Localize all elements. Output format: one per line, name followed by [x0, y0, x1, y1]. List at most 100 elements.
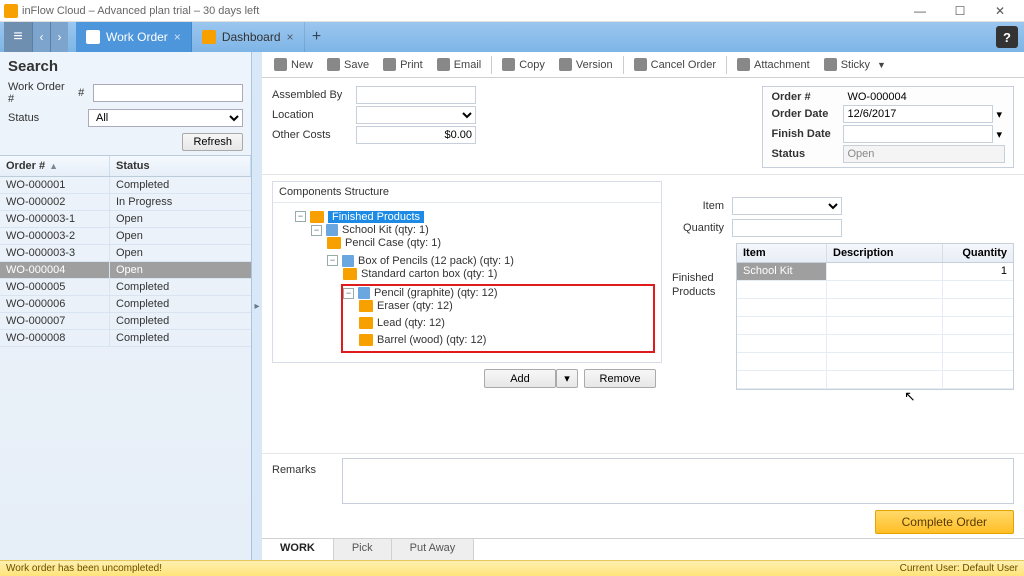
- components-tree[interactable]: −Finished Products −School Kit (qty: 1) …: [273, 203, 661, 362]
- date-picker-icon[interactable]: ▾: [993, 108, 1005, 121]
- tree-item-pencil[interactable]: Pencil (graphite) (qty: 12): [374, 287, 498, 299]
- table-row[interactable]: [737, 353, 1013, 371]
- remove-button[interactable]: Remove: [584, 369, 656, 388]
- column-order-header[interactable]: Order # ▲: [0, 156, 110, 176]
- order-row[interactable]: WO-000007Completed: [0, 313, 251, 330]
- column-status-header[interactable]: Status: [110, 156, 251, 176]
- copy-icon: [502, 58, 515, 71]
- tab-close-icon[interactable]: ×: [287, 30, 294, 44]
- hamburger-menu-icon[interactable]: ≡: [4, 22, 32, 52]
- order-row[interactable]: WO-000003-1Open: [0, 211, 251, 228]
- table-row[interactable]: [737, 299, 1013, 317]
- table-row[interactable]: [737, 317, 1013, 335]
- add-dropdown-button[interactable]: ▾: [556, 369, 578, 388]
- complete-order-button[interactable]: Complete Order: [875, 510, 1014, 534]
- status-bar: Work order has been uncompleted! Current…: [0, 560, 1024, 576]
- tree-collapse-icon[interactable]: −: [295, 211, 306, 222]
- nav-back-button[interactable]: ‹: [32, 22, 50, 52]
- order-row[interactable]: WO-000001Completed: [0, 177, 251, 194]
- finish-date-input[interactable]: [843, 125, 993, 143]
- item-select[interactable]: [732, 197, 842, 215]
- tree-item-pencil-case[interactable]: Pencil Case (qty: 1): [345, 237, 441, 249]
- tree-collapse-icon[interactable]: −: [343, 288, 354, 299]
- status-cell: Completed: [110, 313, 251, 329]
- table-row[interactable]: [737, 371, 1013, 389]
- finished-products-table[interactable]: Item Description Quantity School Kit1: [736, 243, 1014, 390]
- tab-pick[interactable]: Pick: [334, 539, 392, 560]
- nav-forward-button[interactable]: ›: [50, 22, 68, 52]
- maximize-button[interactable]: ☐: [940, 1, 980, 21]
- order-grid[interactable]: WO-000001CompletedWO-000002In ProgressWO…: [0, 177, 251, 560]
- work-order-icon: [86, 30, 100, 44]
- cancel-order-button[interactable]: Cancel Order: [628, 56, 722, 73]
- work-order-no-label: Work Order #: [8, 81, 70, 105]
- new-button[interactable]: New: [268, 56, 319, 73]
- tree-collapse-icon[interactable]: −: [311, 225, 322, 236]
- help-button[interactable]: ?: [996, 26, 1018, 48]
- tree-collapse-icon[interactable]: −: [327, 255, 338, 266]
- col-description[interactable]: Description: [827, 244, 943, 262]
- add-button[interactable]: Add: [484, 369, 556, 388]
- cell-desc: [827, 263, 943, 280]
- order-row[interactable]: WO-000008Completed: [0, 330, 251, 347]
- status-filter-select[interactable]: All: [88, 109, 243, 127]
- table-row[interactable]: [737, 281, 1013, 299]
- order-row[interactable]: WO-000005Completed: [0, 279, 251, 296]
- assembled-by-input[interactable]: [356, 86, 476, 104]
- status-label: Status: [771, 148, 843, 160]
- attachment-button[interactable]: Attachment: [731, 56, 816, 73]
- tree-item-box12[interactable]: Box of Pencils (12 pack) (qty: 1): [358, 255, 514, 267]
- other-costs-input[interactable]: [356, 126, 476, 144]
- version-button[interactable]: Version: [553, 56, 619, 73]
- work-order-no-input[interactable]: [93, 84, 243, 102]
- status-message: Work order has been uncompleted!: [6, 563, 162, 574]
- status-cell: In Progress: [110, 194, 251, 210]
- tab-put-away[interactable]: Put Away: [392, 539, 475, 560]
- current-user: Current User: Default User: [900, 563, 1018, 574]
- minimize-button[interactable]: —: [900, 1, 940, 21]
- copy-button[interactable]: Copy: [496, 56, 551, 73]
- order-cell: WO-000003-1: [0, 211, 110, 227]
- version-icon: [559, 58, 572, 71]
- tab-work-order[interactable]: Work Order ×: [76, 22, 192, 52]
- other-costs-label: Other Costs: [272, 129, 356, 141]
- search-panel: Search Work Order # # Status All Refresh…: [0, 52, 252, 560]
- remarks-textarea[interactable]: [342, 458, 1014, 504]
- print-button[interactable]: Print: [377, 56, 429, 73]
- sticky-button[interactable]: Sticky▼: [818, 56, 892, 73]
- order-row[interactable]: WO-000006Completed: [0, 296, 251, 313]
- tree-item-carton[interactable]: Standard carton box (qty: 1): [361, 268, 497, 280]
- main-panel: New Save Print Email Copy Version Cancel…: [262, 52, 1024, 560]
- tab-add-button[interactable]: +: [305, 22, 329, 52]
- col-item[interactable]: Item: [737, 244, 827, 262]
- panel-collapse-handle[interactable]: ▸: [252, 52, 262, 560]
- table-row[interactable]: School Kit1: [737, 263, 1013, 281]
- date-picker-icon[interactable]: ▾: [993, 128, 1005, 141]
- folder-icon: [310, 211, 324, 223]
- tab-work[interactable]: WORK: [262, 539, 334, 560]
- order-row[interactable]: WO-000002In Progress: [0, 194, 251, 211]
- save-button[interactable]: Save: [321, 56, 375, 73]
- order-row[interactable]: WO-000003-3Open: [0, 245, 251, 262]
- order-row[interactable]: WO-000004Open: [0, 262, 251, 279]
- tree-root[interactable]: Finished Products: [328, 211, 424, 223]
- table-row[interactable]: [737, 335, 1013, 353]
- tree-item-school-kit[interactable]: School Kit (qty: 1): [342, 224, 429, 236]
- product-icon: [358, 287, 370, 299]
- order-cell: WO-000004: [0, 262, 110, 278]
- save-icon: [327, 58, 340, 71]
- close-window-button[interactable]: ✕: [980, 1, 1020, 21]
- tree-item-lead[interactable]: Lead (qty: 12): [377, 317, 445, 329]
- refresh-button[interactable]: Refresh: [182, 133, 243, 151]
- quantity-input[interactable]: [732, 219, 842, 237]
- tree-item-eraser[interactable]: Eraser (qty: 12): [377, 300, 453, 312]
- tab-close-icon[interactable]: ×: [174, 30, 181, 44]
- tree-item-barrel[interactable]: Barrel (wood) (qty: 12): [377, 334, 486, 346]
- email-button[interactable]: Email: [431, 56, 488, 73]
- col-quantity[interactable]: Quantity: [943, 244, 1013, 262]
- order-date-input[interactable]: [843, 105, 993, 123]
- order-row[interactable]: WO-000003-2Open: [0, 228, 251, 245]
- folder-icon: [359, 300, 373, 312]
- location-select[interactable]: [356, 106, 476, 124]
- tab-dashboard[interactable]: Dashboard ×: [192, 22, 305, 52]
